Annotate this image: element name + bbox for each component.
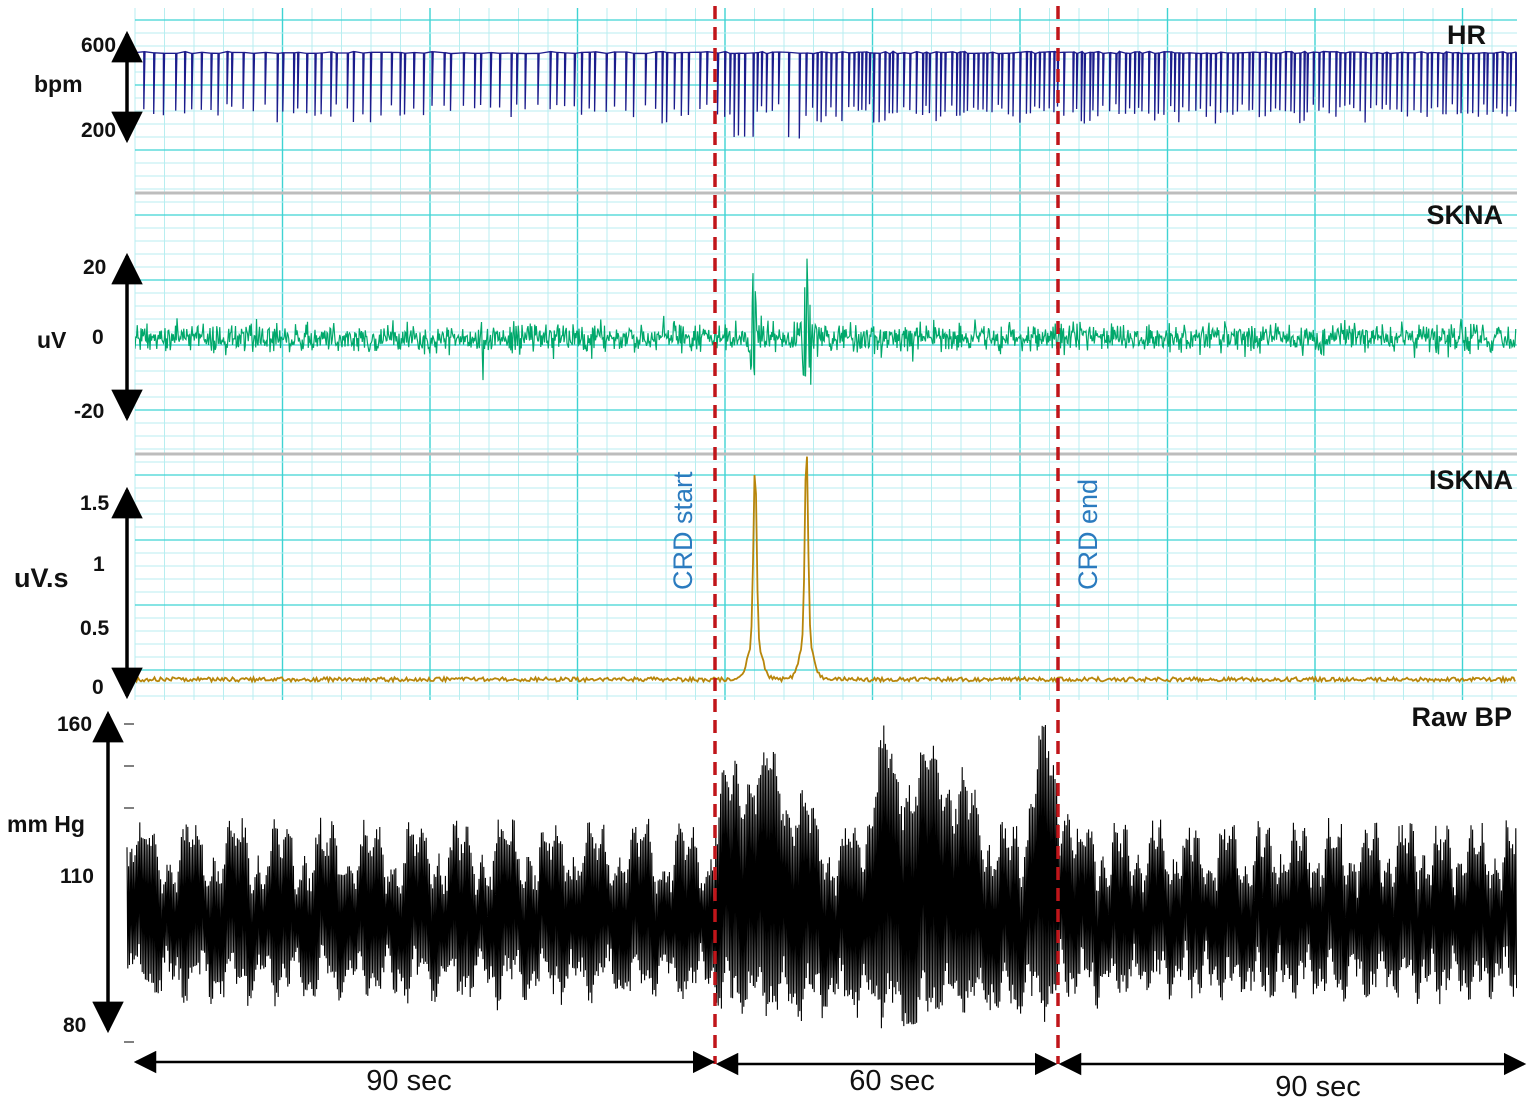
skna-tick-0: 0 (92, 326, 104, 349)
bp-panel (126, 724, 1517, 1029)
iskna-tick-1: 1 (93, 553, 105, 576)
hr-trace (135, 50, 1517, 139)
post-duration-label: 90 sec (1275, 1071, 1360, 1103)
iskna-tick-1.5: 1.5 (80, 492, 110, 515)
hr-unit-label: bpm (34, 71, 83, 97)
hr-panel (135, 50, 1517, 139)
skna-tick-20: 20 (83, 256, 106, 279)
pre-duration-label: 90 sec (366, 1065, 451, 1097)
duration-arrows (133, 1050, 1527, 1076)
bp-unit-label: mm Hg (7, 811, 85, 837)
hr-tick-600: 600 (81, 34, 116, 57)
skna-panel-title: SKNA (1426, 200, 1503, 230)
iskna-unit-label: uV.s (14, 563, 69, 593)
physiology-recording-figure: 600 bpm 200 20 0 uV -20 1.5 1 uV.s 0.5 0… (7, 6, 1527, 1103)
bp-panel-title: Raw BP (1411, 702, 1512, 732)
iskna-tick-0.5: 0.5 (80, 617, 110, 640)
hr-tick-200: 200 (81, 119, 116, 142)
iskna-tick-0: 0 (92, 676, 104, 699)
bp-tick-160: 160 (57, 713, 92, 736)
bp-trace (126, 724, 1517, 1029)
crd-end-label: CRD end (1073, 479, 1103, 590)
during-duration-label: 60 sec (849, 1065, 934, 1097)
iskna-axis-labels: 1.5 1 uV.s 0.5 0 (14, 492, 110, 699)
bp-tick-80: 80 (63, 1014, 86, 1037)
skna-panel (135, 258, 1517, 385)
bp-tick-110: 110 (60, 865, 94, 888)
crd-start-label: CRD start (668, 471, 698, 590)
skna-unit-label: uV (37, 327, 67, 353)
y-axis-arrows (92, 30, 143, 1034)
skna-trace (135, 258, 1517, 385)
hr-panel-title: HR (1447, 20, 1486, 50)
skna-axis-labels: 20 0 uV -20 (37, 256, 106, 423)
hr-axis-labels: 600 bpm 200 (34, 34, 116, 142)
skna-tick-neg20: -20 (74, 400, 104, 423)
bp-axis-labels: 160 mm Hg 110 80 (7, 713, 94, 1037)
iskna-panel-title: ISKNA (1429, 465, 1513, 495)
